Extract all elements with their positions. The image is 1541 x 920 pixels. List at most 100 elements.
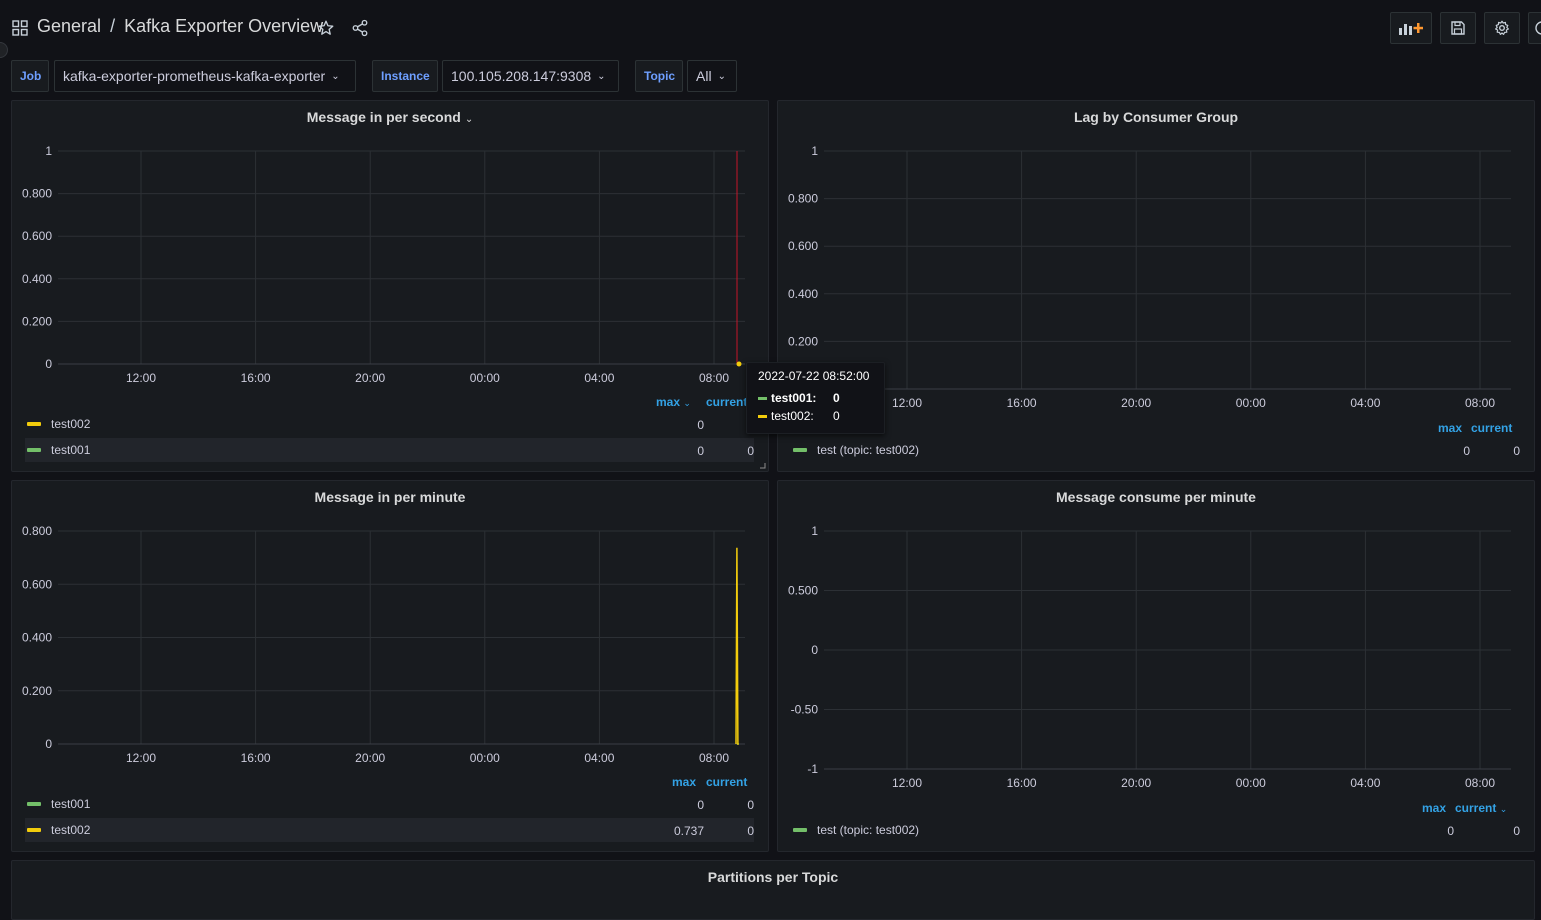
legend-item[interactable]: test001 — [13, 792, 753, 816]
variable-select-instance[interactable]: 100.105.208.147:9308 ⌄ — [442, 60, 619, 92]
x-tick-label: 12:00 — [892, 396, 922, 410]
x-tick-label: 16:00 — [241, 371, 271, 385]
x-tick-label: 08:00 — [1465, 396, 1495, 410]
legend-header-max[interactable]: max — [1422, 801, 1446, 815]
legend-value-current: 0 — [1478, 824, 1520, 838]
y-tick-label: 0.200 — [788, 334, 818, 348]
panel-title[interactable]: Message in per second⌄ — [12, 109, 768, 125]
x-tick-label: 12:00 — [126, 371, 156, 385]
variable-select-topic[interactable]: All ⌄ — [687, 60, 737, 92]
legend-header-max[interactable]: max ⌄ — [656, 395, 691, 409]
legend-item[interactable]: test (topic: test002) — [779, 438, 1519, 462]
tooltip-time: 2022-07-22 08:52:00 — [758, 369, 884, 383]
dashboard-settings-button[interactable] — [1484, 12, 1520, 44]
x-tick-label: 04:00 — [1350, 396, 1380, 410]
y-tick-label: 0.600 — [22, 577, 52, 591]
x-tick-label: 00:00 — [470, 751, 500, 765]
variable-value-topic: All — [696, 68, 712, 84]
legend-item[interactable]: test002 — [13, 412, 753, 436]
y-tick-label: 0.400 — [22, 272, 52, 286]
resize-handle-icon[interactable] — [760, 463, 766, 469]
settings-icon — [1494, 20, 1510, 36]
panel-title[interactable]: Lag by Consumer Group — [778, 109, 1534, 125]
x-tick-label: 12:00 — [892, 776, 922, 790]
y-tick-label: 1 — [811, 144, 818, 158]
x-tick-label: 00:00 — [1236, 776, 1266, 790]
panel-message-consume-per-minute[interactable]: -1-0.5000.500112:0016:0020:0000:0004:000… — [777, 480, 1535, 852]
chevron-down-icon: ⌄ — [597, 71, 605, 82]
legend-value-max: 0 — [1402, 824, 1454, 838]
y-tick-label: 0 — [811, 643, 818, 657]
dashboard-title[interactable]: Kafka Exporter Overview — [124, 16, 323, 36]
legend-value-max: 0 — [652, 798, 704, 812]
tooltip-row: test002: 0 — [758, 407, 884, 425]
legend-item[interactable]: test002 — [25, 818, 754, 842]
legend-value-max: 0 — [652, 418, 704, 432]
x-tick-label: 00:00 — [470, 371, 500, 385]
tooltip-series-value: 0 — [833, 409, 840, 423]
variable-label-topic: Topic — [635, 60, 683, 92]
chart-message-in-per-minute[interactable]: 00.2000.4000.6000.80012:0016:0020:0000:0… — [12, 481, 770, 781]
x-tick-label: 04:00 — [1350, 776, 1380, 790]
legend-item[interactable]: test001 — [25, 438, 754, 462]
y-tick-label: 0.400 — [788, 287, 818, 301]
legend-header-current[interactable]: current — [706, 775, 747, 789]
legend-header-current[interactable]: current — [706, 395, 747, 409]
add-panel-icon — [1398, 20, 1424, 36]
x-tick-label: 00:00 — [1236, 396, 1266, 410]
series-color-swatch — [793, 828, 807, 832]
chevron-down-icon: ⌄ — [465, 114, 473, 125]
panel-lag-by-consumer-group[interactable]: 0.2000.4000.6000.800112:0016:0020:0000:0… — [777, 100, 1535, 472]
chevron-down-icon: ⌄ — [1500, 804, 1508, 814]
x-tick-label: 20:00 — [355, 371, 385, 385]
dashboard-header: General / Kafka Exporter Overview — [0, 0, 1541, 56]
legend-header-current[interactable]: current ⌄ — [1455, 801, 1507, 815]
chart-message-in-per-second[interactable]: 00.2000.4000.6000.800112:0016:0020:0000:… — [12, 101, 770, 401]
x-tick-label: 16:00 — [241, 751, 271, 765]
x-tick-label: 04:00 — [584, 371, 614, 385]
legend-series-name: test001 — [51, 443, 90, 457]
add-panel-button[interactable] — [1390, 12, 1432, 44]
panel-title[interactable]: Partitions per Topic — [12, 869, 1534, 885]
save-dashboard-button[interactable] — [1440, 12, 1476, 44]
x-tick-label: 04:00 — [584, 751, 614, 765]
y-tick-label: 0.600 — [22, 229, 52, 243]
y-tick-label: 0.600 — [788, 239, 818, 253]
legend-header-max[interactable]: max — [672, 775, 696, 789]
save-icon — [1450, 20, 1466, 36]
hover-point — [737, 362, 742, 367]
x-tick-label: 20:00 — [355, 751, 385, 765]
legend-value-max: 0 — [1418, 444, 1470, 458]
variable-value-instance: 100.105.208.147:9308 — [451, 68, 591, 84]
share-icon[interactable] — [351, 19, 369, 37]
tooltip-series-value: 0 — [833, 391, 840, 405]
y-tick-label: 0 — [45, 357, 52, 371]
chevron-down-icon: ⌄ — [718, 71, 726, 82]
legend-series-name: test001 — [51, 797, 90, 811]
y-tick-label: 0.200 — [22, 684, 52, 698]
panel-title[interactable]: Message in per minute — [12, 489, 768, 505]
chart-lag-by-consumer-group[interactable]: 0.2000.4000.6000.800112:0016:0020:0000:0… — [778, 101, 1536, 421]
chevron-down-icon: ⌄ — [331, 71, 339, 82]
time-picker-button[interactable] — [1528, 12, 1541, 44]
x-tick-label: 16:00 — [1007, 396, 1037, 410]
panel-message-in-per-minute[interactable]: 00.2000.4000.6000.80012:0016:0020:0000:0… — [11, 480, 769, 852]
star-icon[interactable] — [317, 19, 335, 37]
y-tick-label: 1 — [45, 144, 52, 158]
tooltip-series-name: test002: — [771, 409, 833, 423]
y-tick-label: -1 — [807, 762, 818, 776]
y-tick-label: 0.800 — [22, 187, 52, 201]
legend-value-max: 0.737 — [652, 824, 704, 838]
breadcrumb-folder[interactable]: General — [37, 16, 101, 36]
legend-header-current[interactable]: current — [1471, 421, 1512, 435]
apps-icon[interactable] — [12, 20, 28, 36]
variable-label-instance: Instance — [372, 60, 438, 92]
variable-select-job[interactable]: kafka-exporter-prometheus-kafka-exporter… — [54, 60, 356, 92]
panel-title[interactable]: Message consume per minute — [778, 489, 1534, 505]
chart-message-consume-per-minute[interactable]: -1-0.5000.500112:0016:0020:0000:0004:000… — [778, 481, 1536, 801]
legend-header-max[interactable]: max — [1438, 421, 1462, 435]
series-color-swatch — [27, 802, 41, 806]
panel-message-in-per-second[interactable]: 00.2000.4000.6000.800112:0016:0020:0000:… — [11, 100, 769, 472]
graph-tooltip: 2022-07-22 08:52:00 test001: 0 test002: … — [746, 362, 885, 434]
panel-partitions-per-topic[interactable]: Partitions per Topic — [11, 860, 1535, 920]
